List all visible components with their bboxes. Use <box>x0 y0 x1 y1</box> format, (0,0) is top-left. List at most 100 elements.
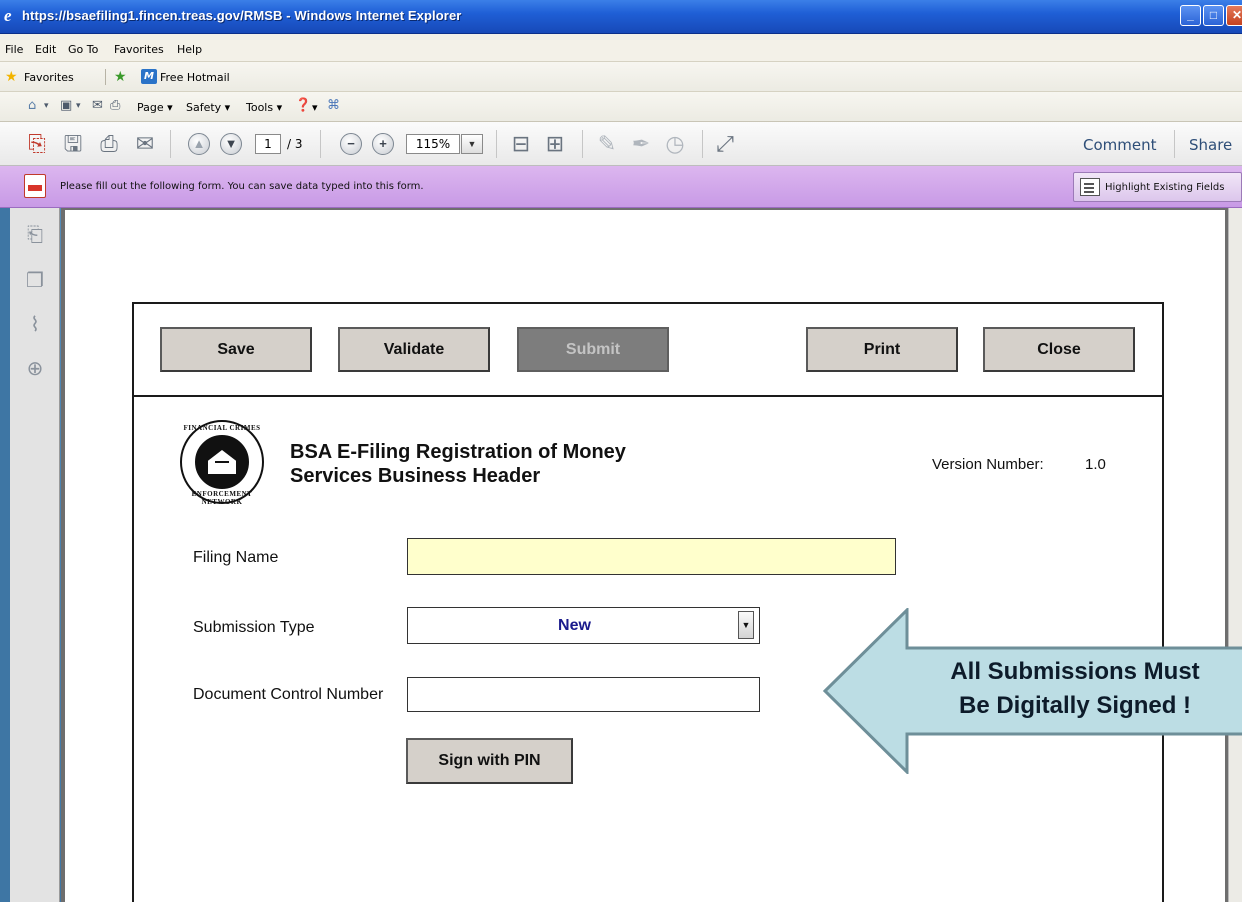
command-bar: ⌂ ▾ ▣ ▾ ✉ ⎙ Page ▾ Safety ▾ Tools ▾ ❓ ▾ … <box>0 92 1242 122</box>
safety-menu[interactable]: Safety ▾ <box>186 101 230 114</box>
toolbar-separator <box>170 130 171 158</box>
toolbar-separator <box>105 69 106 85</box>
seal-emblem-icon <box>195 435 249 489</box>
chevron-down-icon[interactable]: ▾ <box>44 99 49 113</box>
menu-goto[interactable]: Go To <box>68 43 98 56</box>
validate-button[interactable]: Validate <box>338 327 490 372</box>
seal-text-bottom: ENFORCEMENT NETWORK <box>191 490 253 506</box>
ie-logo-icon: e <box>4 6 12 25</box>
print-button[interactable]: Print <box>806 327 958 372</box>
menu-bar: File Edit Go To Favorites Help <box>0 34 1242 62</box>
form-title-line2: Services Business Header <box>290 465 541 487</box>
share-button[interactable]: Share <box>1189 136 1232 154</box>
maximize-button[interactable]: □ <box>1203 5 1224 26</box>
sign-document-icon[interactable]: ✎ <box>594 131 620 157</box>
form-title-line1: BSA E-Filing Registration of Money <box>290 441 626 463</box>
pages-icon[interactable]: ⎗ <box>22 222 48 248</box>
hotmail-icon: M <box>141 69 157 84</box>
sign-with-pin-button[interactable]: Sign with PIN <box>406 738 573 784</box>
highlight-fields-button[interactable]: Highlight Existing Fields <box>1073 172 1242 202</box>
home-icon[interactable]: ⌂ <box>28 99 36 113</box>
chevron-down-icon[interactable]: ▾ <box>76 99 81 113</box>
form-title: BSA E-Filing Registration of Money Servi… <box>290 440 710 488</box>
email-icon[interactable]: ✉ <box>132 131 158 157</box>
window-titlebar: e https://bsaefiling1.fincen.treas.gov/R… <box>0 0 1242 34</box>
menu-favorites[interactable]: Favorites <box>114 43 164 56</box>
window-frame <box>0 208 10 902</box>
feeds-icon[interactable]: ▣ <box>60 99 72 113</box>
highlight-fields-icon <box>1080 178 1100 196</box>
toolbar-separator <box>320 130 321 158</box>
seal-text-top: FINANCIAL CRIMES <box>183 424 261 432</box>
form-header-divider <box>132 395 1164 397</box>
toolbar-separator <box>496 130 497 158</box>
mail-icon[interactable]: ✉ <box>92 99 103 113</box>
tools-menu[interactable]: Tools ▾ <box>246 101 282 114</box>
hotmail-link[interactable]: Free Hotmail <box>160 71 230 84</box>
version-value: 1.0 <box>1085 456 1106 473</box>
help-menu[interactable]: ▾ <box>312 101 318 114</box>
binoculars-icon[interactable]: ⊕ <box>22 356 48 382</box>
filing-name-input[interactable] <box>407 538 896 575</box>
navigation-panel: ⎗ ❐ ⌇ ⊕ <box>10 208 60 902</box>
fincen-seal-logo: FINANCIAL CRIMES ENFORCEMENT NETWORK <box>180 420 264 506</box>
window-title: https://bsaefiling1.fincen.treas.gov/RMS… <box>22 8 462 23</box>
vertical-scrollbar[interactable] <box>1228 208 1242 902</box>
favorites-star-icon[interactable]: ★ <box>5 70 18 84</box>
research-icon[interactable]: ⌘ <box>327 99 340 113</box>
submit-button[interactable]: Submit <box>517 327 669 372</box>
form-document-icon <box>24 174 46 198</box>
callout-line1: All Submissions Must <box>950 658 1200 685</box>
filing-name-label: Filing Name <box>193 549 279 566</box>
submission-type-select[interactable]: New ▼ <box>407 607 760 644</box>
save-button[interactable]: Save <box>160 327 312 372</box>
expand-icon[interactable]: ⤢ <box>712 131 738 157</box>
favorites-button[interactable]: Favorites <box>24 71 74 84</box>
submission-type-label: Submission Type <box>193 619 315 636</box>
zoom-level-input[interactable]: 115% <box>406 134 460 154</box>
page-number-input[interactable]: 1 <box>255 134 281 154</box>
fit-page-icon[interactable]: ⊟ <box>508 131 534 157</box>
minimize-button[interactable]: _ <box>1180 5 1201 26</box>
next-page-button[interactable]: ▼ <box>220 133 242 155</box>
zoom-dropdown-button[interactable]: ▼ <box>461 134 483 154</box>
close-window-button[interactable]: ✕ <box>1226 5 1242 26</box>
document-control-number-input[interactable] <box>407 677 760 712</box>
signature-pen-icon[interactable]: ✒ <box>628 131 654 157</box>
add-favorite-icon[interactable]: ★ <box>114 69 127 85</box>
highlight-fields-label: Highlight Existing Fields <box>1105 182 1225 193</box>
callout-line2: Be Digitally Signed ! <box>958 692 1192 719</box>
timestamp-icon[interactable]: ◷ <box>662 131 688 157</box>
zoom-out-button[interactable]: − <box>340 133 362 155</box>
page-total: / 3 <box>287 137 303 151</box>
acrobat-toolbar: ⎘ 🖫 ⎙ ✉ ▲ ▼ 1 / 3 − + 115% ▼ ⊟ ⊞ ✎ ✒ ◷ ⤢… <box>0 122 1242 166</box>
print-icon[interactable]: ⎙ <box>110 99 120 113</box>
save-icon[interactable]: 🖫 <box>60 131 86 157</box>
comment-button[interactable]: Comment <box>1083 136 1157 154</box>
create-pdf-icon[interactable]: ⎘ <box>24 131 50 157</box>
dcn-label: Document Control Number <box>193 686 384 703</box>
version-label: Version Number: <box>932 456 1044 473</box>
dropdown-arrow-icon[interactable]: ▼ <box>738 611 754 639</box>
layers-icon[interactable]: ❐ <box>22 268 48 294</box>
callout-text: All Submissions Must Be Digitally Signed… <box>895 655 1242 723</box>
page-menu[interactable]: Page ▾ <box>137 101 173 114</box>
toolbar-separator <box>1174 130 1175 158</box>
favorites-bar: ★ Favorites ★ M Free Hotmail <box>0 62 1242 92</box>
fit-width-icon[interactable]: ⊞ <box>542 131 568 157</box>
help-icon[interactable]: ❓ <box>295 99 311 113</box>
form-message: Please fill out the following form. You … <box>60 181 424 192</box>
menu-edit[interactable]: Edit <box>35 43 56 56</box>
previous-page-button[interactable]: ▲ <box>188 133 210 155</box>
attachment-icon[interactable]: ⌇ <box>22 312 48 338</box>
menu-file[interactable]: File <box>5 43 23 56</box>
close-button[interactable]: Close <box>983 327 1135 372</box>
toolbar-separator <box>582 130 583 158</box>
toolbar-separator <box>702 130 703 158</box>
print-icon[interactable]: ⎙ <box>96 131 122 157</box>
form-message-bar: Please fill out the following form. You … <box>0 166 1242 208</box>
menu-help[interactable]: Help <box>177 43 202 56</box>
form-container <box>132 302 1164 902</box>
submission-type-value: New <box>558 617 591 634</box>
zoom-in-button[interactable]: + <box>372 133 394 155</box>
